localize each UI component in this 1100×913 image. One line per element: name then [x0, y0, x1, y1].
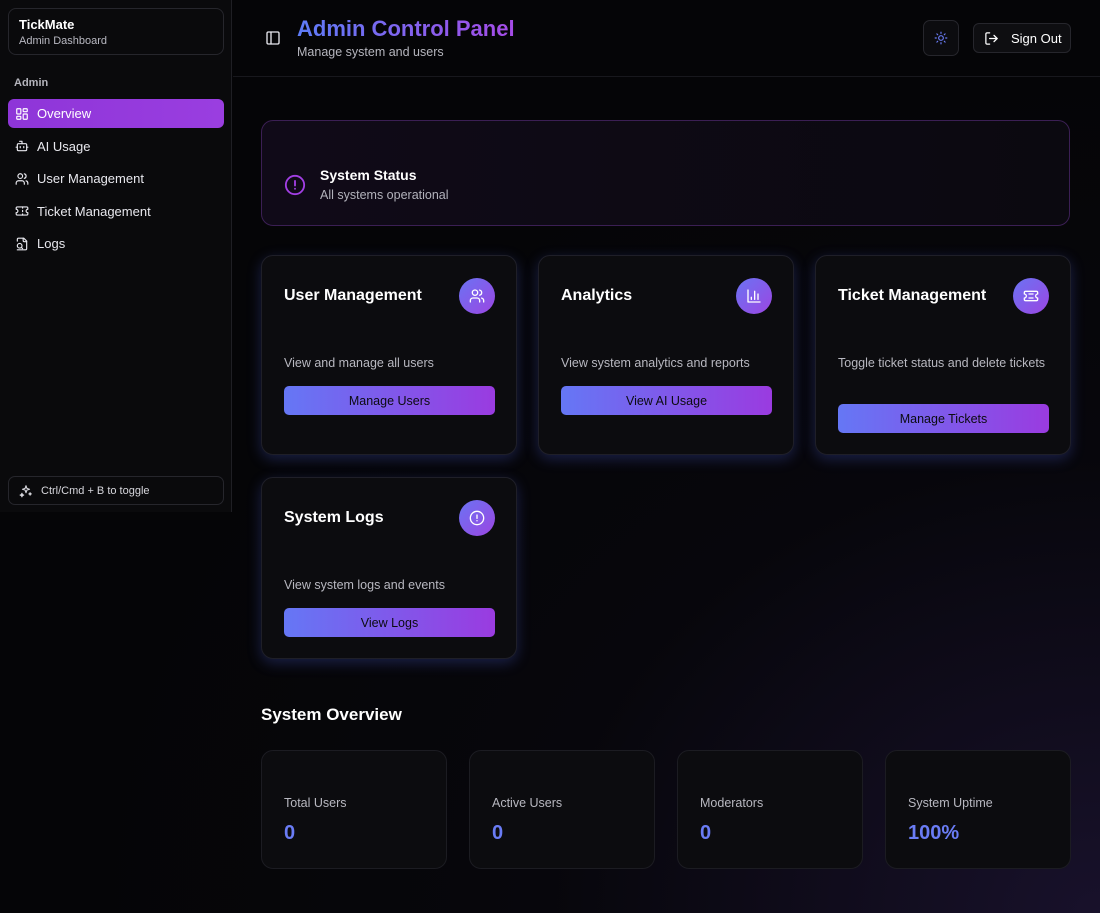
sidebar-group-label: Admin — [14, 77, 49, 89]
stat-label: Active Users — [492, 796, 563, 810]
sidebar-item-label: User Management — [37, 171, 144, 186]
stat-card-system-uptime: System Uptime 100% — [885, 750, 1071, 869]
page-title: Admin Control Panel — [297, 16, 515, 41]
brand-block[interactable]: TickMate Admin Dashboard — [8, 8, 224, 55]
stat-card-active-users: Active Users 0 — [469, 750, 655, 869]
card-icon-badge — [459, 278, 495, 314]
toggle-hint-text: Ctrl/Cmd + B to toggle — [41, 484, 150, 497]
stat-label: Moderators — [700, 796, 764, 810]
sidebar-item-ai-usage[interactable]: AI Usage — [8, 132, 224, 161]
sidebar: TickMate Admin Dashboard Admin Overview … — [0, 0, 232, 512]
sidebar-item-label: AI Usage — [37, 138, 91, 154]
theme-toggle-button[interactable] — [923, 20, 959, 56]
status-message: All systems operational — [320, 188, 449, 202]
manage-tickets-button[interactable]: Manage Tickets — [838, 404, 1049, 433]
system-status-card: System Status All systems operational — [261, 120, 1070, 226]
ticket-icon — [15, 206, 29, 216]
sidebar-toggle-icon[interactable] — [265, 30, 281, 46]
layout-grid-icon — [16, 107, 28, 120]
card-title: Ticket Management — [838, 287, 987, 304]
sign-out-button[interactable]: Sign Out — [973, 23, 1071, 53]
header: Admin Control Panel Manage system and us… — [233, 0, 1100, 77]
sidebar-item-user-management[interactable]: User Management — [8, 164, 224, 193]
users-icon — [15, 172, 29, 185]
sidebar-nav: Overview AI Usage User Management Ticket… — [8, 99, 224, 262]
sidebar-toggle-hint[interactable]: Ctrl/Cmd + B to toggle — [8, 476, 224, 505]
file-search-icon — [16, 237, 28, 250]
stat-label: System Uptime — [908, 796, 993, 810]
card-system-logs: System Logs View system logs and events … — [261, 477, 517, 659]
stat-card-total-users: Total Users 0 — [261, 750, 447, 869]
card-user-management: User Management View and manage all user… — [261, 255, 517, 455]
page-subtitle: Manage system and users — [297, 45, 444, 59]
card-icon-badge — [459, 500, 495, 536]
card-title: Analytics — [561, 287, 633, 304]
sidebar-item-label: Ticket Management — [37, 203, 151, 219]
view-ai-usage-button[interactable]: View AI Usage — [561, 386, 772, 415]
log-out-icon — [985, 31, 998, 45]
card-description: View and manage all users — [284, 356, 434, 370]
stat-value: 100% — [908, 822, 960, 844]
stat-card-moderators: Moderators 0 — [677, 750, 863, 869]
stat-value: 0 — [284, 822, 296, 844]
card-description: View system analytics and reports — [561, 356, 750, 370]
sidebar-item-ticket-management[interactable]: Ticket Management — [8, 197, 224, 226]
bot-icon — [15, 140, 29, 152]
stat-label: Total Users — [284, 796, 347, 810]
card-description: Toggle ticket status and delete tickets — [838, 356, 1046, 370]
sparkles-icon — [19, 484, 32, 497]
card-title: User Management — [284, 287, 422, 304]
sidebar-item-label: Logs — [37, 236, 66, 251]
system-overview-title: System Overview — [261, 705, 402, 724]
app-subtitle: Admin Dashboard — [19, 35, 108, 47]
ticket-icon — [1023, 290, 1039, 302]
stat-value: 0 — [700, 822, 712, 844]
sidebar-item-label: Overview — [37, 106, 92, 121]
card-analytics: Analytics View system analytics and repo… — [538, 255, 794, 455]
manage-users-button[interactable]: Manage Users — [284, 386, 495, 415]
alert-circle-icon — [469, 510, 485, 526]
stat-value: 0 — [492, 822, 504, 844]
card-description: View system logs and events — [284, 578, 445, 592]
card-icon-badge — [1013, 278, 1049, 314]
sun-icon — [934, 31, 948, 45]
sign-out-label: Sign Out — [1011, 30, 1062, 46]
card-title: System Logs — [284, 509, 384, 526]
app-name: TickMate — [19, 17, 75, 32]
sidebar-item-overview[interactable]: Overview — [8, 99, 224, 128]
card-icon-badge — [736, 278, 772, 314]
sidebar-item-logs[interactable]: Logs — [8, 229, 224, 258]
users-icon — [469, 289, 485, 303]
alert-circle-icon — [284, 174, 306, 196]
view-logs-button[interactable]: View Logs — [284, 608, 495, 637]
card-ticket-management: Ticket Management Toggle ticket status a… — [815, 255, 1071, 455]
bar-chart-icon — [747, 289, 761, 303]
status-title: System Status — [320, 167, 417, 183]
